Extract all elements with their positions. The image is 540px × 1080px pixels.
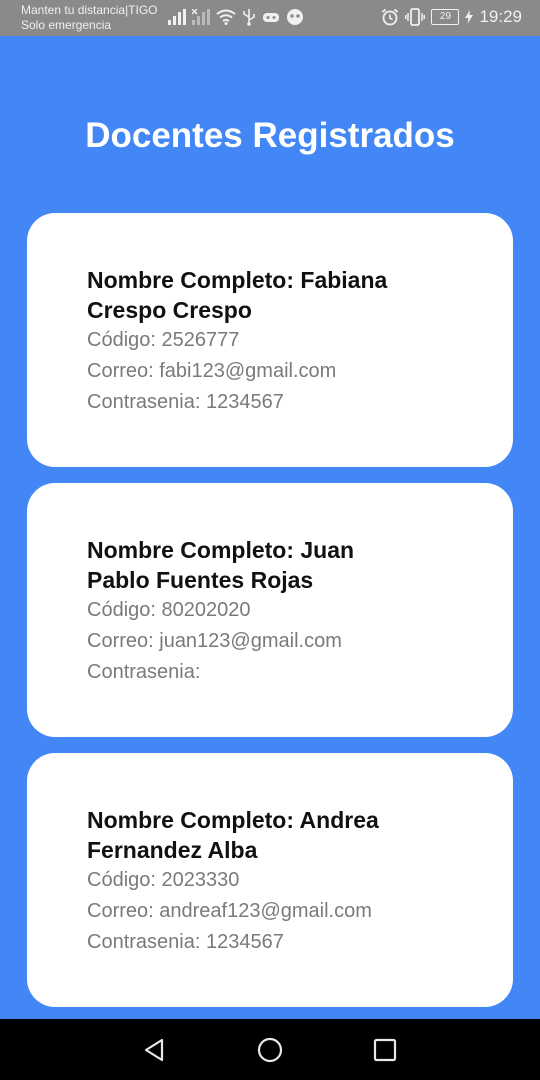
docente-codigo: Código: 80202020	[87, 599, 251, 621]
carrier-line-1: Manten tu distancia|TIGO	[21, 3, 158, 17]
docente-card[interactable]: Nombre Completo: Juan Pablo Fuentes Roja…	[27, 483, 513, 737]
docente-card-content: Nombre Completo: Andrea Fernandez Alba C…	[87, 805, 417, 958]
page-title: Docentes Registrados	[85, 116, 455, 155]
docente-contrasenia: Contrasenia: 1234567	[87, 391, 284, 413]
docente-contrasenia: Contrasenia: 1234567	[87, 931, 284, 953]
navigation-bar	[0, 1019, 540, 1080]
docente-card[interactable]: Nombre Completo: Fabiana Crespo Crespo C…	[27, 213, 513, 467]
back-icon[interactable]	[140, 1035, 170, 1065]
docente-contrasenia: Contrasenia:	[87, 661, 201, 683]
vibrate-icon	[405, 8, 426, 26]
wifi-icon	[216, 9, 236, 25]
docente-card-content: Nombre Completo: Juan Pablo Fuentes Roja…	[87, 535, 417, 688]
status-icons-right: 29 19:29	[381, 7, 522, 27]
signal-off-icon	[192, 9, 210, 25]
docente-card-content: Nombre Completo: Fabiana Crespo Crespo C…	[87, 265, 417, 418]
app-icon	[287, 9, 303, 25]
clock: 19:29	[479, 7, 522, 26]
signal-icon	[168, 9, 186, 25]
carrier-line-2: Solo emergencia	[21, 18, 112, 32]
docente-correo: Correo: fabi123@gmail.com	[87, 360, 337, 382]
carrier-info: Manten tu distancia|TIGO Solo emergencia	[21, 3, 158, 33]
docente-name: Nombre Completo: Andrea Fernandez Alba	[87, 807, 379, 863]
docente-correo: Correo: juan123@gmail.com	[87, 630, 342, 652]
home-icon[interactable]	[255, 1035, 285, 1065]
docente-name: Nombre Completo: Fabiana Crespo Crespo	[87, 267, 388, 323]
alarm-icon	[382, 8, 399, 26]
status-icons-left	[168, 8, 304, 26]
docente-name: Nombre Completo: Juan Pablo Fuentes Roja…	[87, 537, 355, 593]
usb-icon	[243, 9, 255, 26]
battery-level: 29	[439, 11, 452, 22]
status-bar: Manten tu distancia|TIGO Solo emergencia	[0, 0, 540, 36]
recents-icon[interactable]	[370, 1035, 400, 1065]
docente-correo: Correo: andreaf123@gmail.com	[87, 900, 372, 922]
docente-codigo: Código: 2526777	[87, 329, 240, 351]
battery-icon: 29	[431, 9, 460, 25]
game-icon	[263, 13, 279, 22]
charging-icon	[465, 10, 474, 24]
docente-codigo: Código: 2023330	[87, 869, 240, 891]
docente-card[interactable]: Nombre Completo: Andrea Fernandez Alba C…	[27, 753, 513, 1007]
